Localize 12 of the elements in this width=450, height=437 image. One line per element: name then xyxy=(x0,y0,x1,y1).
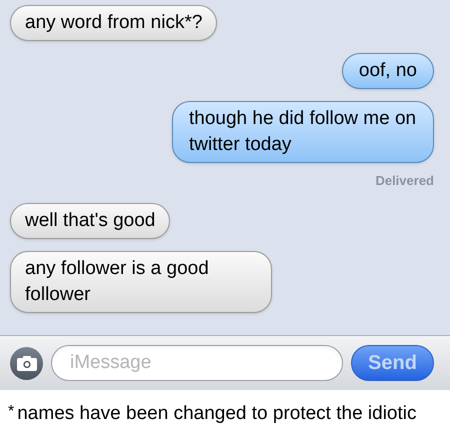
message-field[interactable]: iMessage xyxy=(51,345,343,381)
footnote-text: names have been changed to protect the idiotic xyxy=(17,402,417,426)
sent-message-bubble: though he did follow me on twitter today xyxy=(172,101,434,163)
sent-message-bubble: oof, no xyxy=(342,53,434,89)
camera-button[interactable] xyxy=(10,346,43,380)
footnote-mark: * xyxy=(8,402,14,422)
delivered-status: Delivered xyxy=(375,172,434,190)
send-button[interactable]: Send xyxy=(351,345,434,381)
received-message-bubble: any follower is a good follower xyxy=(10,250,272,312)
received-message-bubble: well that's good xyxy=(10,202,170,238)
camera-icon xyxy=(16,356,36,370)
received-message-bubble: any word from nick*? xyxy=(10,5,218,41)
